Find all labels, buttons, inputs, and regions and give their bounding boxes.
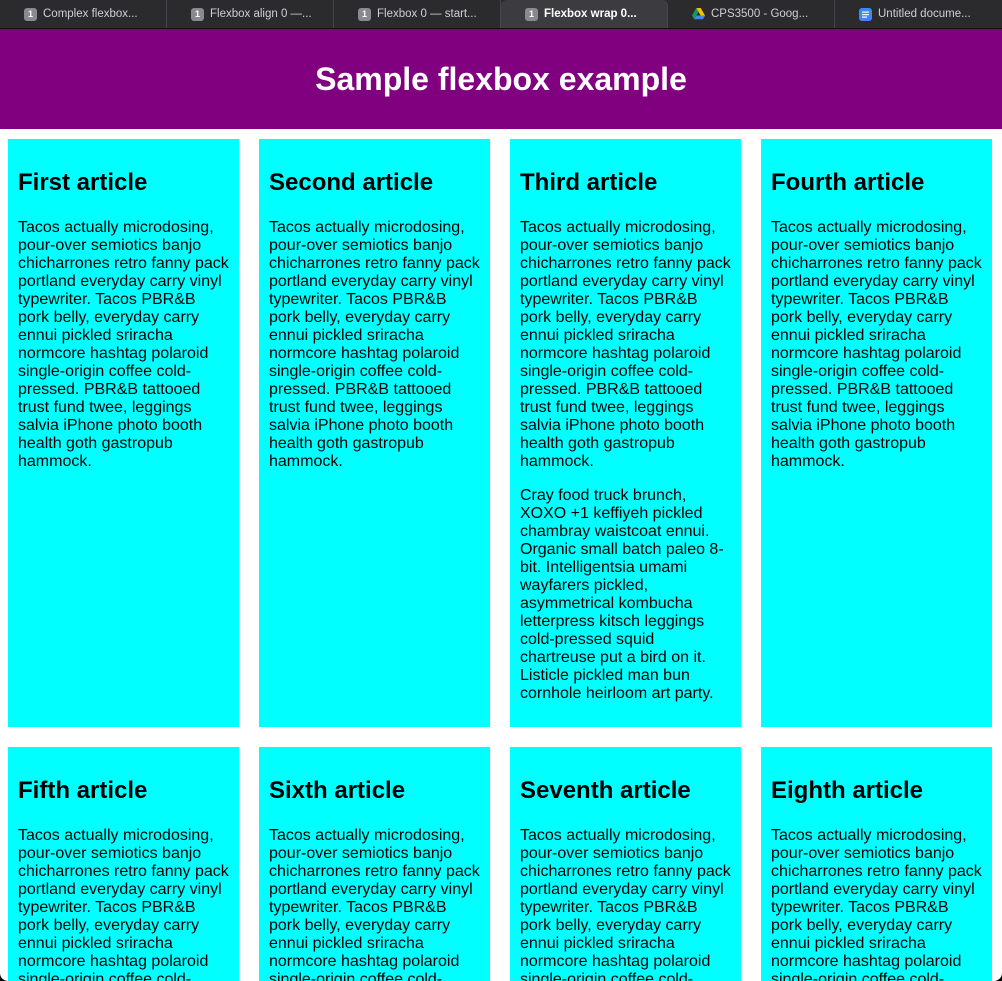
browser-window: 1 Complex flexbox... 1 Flexbox align 0 —… — [0, 0, 1002, 981]
article-fourth: Fourth article Tacos actually microdosin… — [761, 139, 992, 727]
article-heading: Sixth article — [269, 777, 406, 804]
tab-strip: 1 Complex flexbox... 1 Flexbox align 0 —… — [0, 0, 1002, 29]
page-badge-icon: 1 — [191, 7, 204, 21]
tab-label: Complex flexbox... — [43, 8, 138, 20]
tab-label: Flexbox wrap 0... — [544, 8, 637, 20]
google-drive-icon — [692, 8, 705, 21]
tab-complex-flexbox[interactable]: 1 Complex flexbox... — [0, 0, 167, 28]
articles-container: First article Tacos actually microdosing… — [0, 129, 1002, 981]
article-heading: Second article — [269, 169, 434, 196]
article-paragraph: Tacos actually microdosing, pour-over se… — [269, 219, 480, 470]
article-seventh: Seventh article Tacos actually microdosi… — [510, 747, 741, 981]
tab-flexbox-align[interactable]: 1 Flexbox align 0 —... — [167, 0, 334, 28]
article-third: Third article Tacos actually microdosing… — [510, 139, 741, 727]
article-heading: Seventh article — [520, 777, 691, 804]
article-paragraph: Tacos actually microdosing, pour-over se… — [520, 219, 731, 470]
article-fifth: Fifth article Tacos actually microdosing… — [8, 747, 239, 981]
page-badge-icon: 1 — [525, 7, 538, 21]
tab-flexbox-start[interactable]: 1 Flexbox 0 — start... — [334, 0, 501, 28]
page-title: Sample flexbox example — [315, 60, 687, 97]
tab-label: Flexbox align 0 —... — [210, 8, 312, 20]
tab-google-docs[interactable]: Untitled docume... — [835, 0, 1002, 28]
article-heading: First article — [18, 169, 148, 196]
tab-flexbox-wrap[interactable]: 1 Flexbox wrap 0... — [501, 0, 668, 28]
page-badge-icon: 1 — [358, 7, 371, 21]
tab-google-drive[interactable]: CPS3500 - Goog... — [668, 0, 835, 28]
page-header: Sample flexbox example — [0, 29, 1002, 129]
tab-label: CPS3500 - Goog... — [711, 8, 809, 20]
article-heading: Fourth article — [771, 169, 925, 196]
article-paragraph: Cray food truck brunch, XOXO +1 keffiyeh… — [520, 487, 724, 702]
tab-label: Flexbox 0 — start... — [377, 8, 477, 20]
article-heading: Fifth article — [18, 777, 148, 804]
google-docs-icon — [859, 7, 872, 21]
article-second: Second article Tacos actually microdosin… — [259, 139, 490, 727]
article-paragraph: Tacos actually microdosing, pour-over se… — [771, 219, 982, 470]
article-paragraph: Tacos actually microdosing, pour-over se… — [18, 827, 229, 981]
page-badge-icon: 1 — [24, 7, 37, 21]
article-sixth: Sixth article Tacos actually microdosing… — [259, 747, 490, 981]
tab-label: Untitled docume... — [878, 8, 971, 20]
article-paragraph: Tacos actually microdosing, pour-over se… — [18, 219, 229, 470]
article-eighth: Eighth article Tacos actually microdosin… — [761, 747, 992, 981]
article-paragraph: Tacos actually microdosing, pour-over se… — [771, 827, 982, 981]
article-paragraph: Tacos actually microdosing, pour-over se… — [269, 827, 480, 981]
article-first: First article Tacos actually microdosing… — [8, 139, 239, 727]
article-paragraph: Tacos actually microdosing, pour-over se… — [520, 827, 731, 981]
article-heading: Eighth article — [771, 777, 924, 804]
article-heading: Third article — [520, 169, 658, 196]
